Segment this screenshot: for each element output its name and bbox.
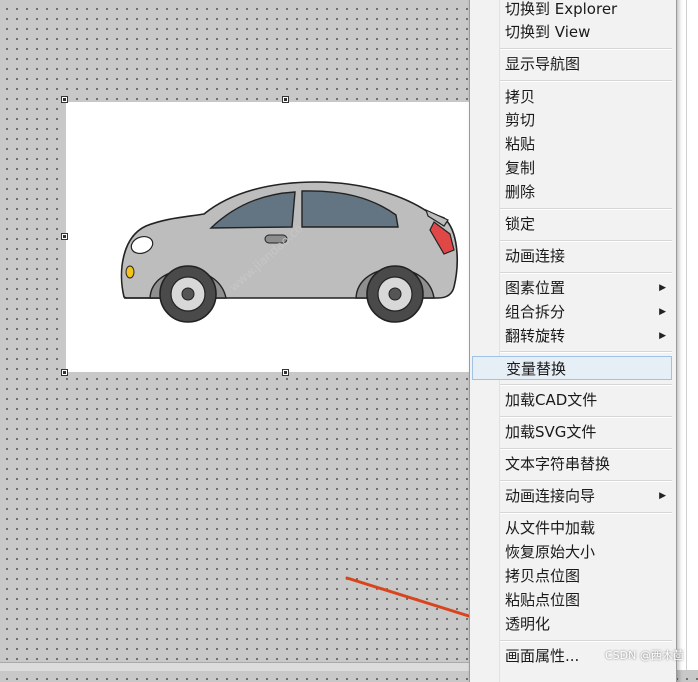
menu-item-label: 切换到 Explorer	[505, 0, 618, 18]
submenu-arrow-icon: ▶	[659, 331, 666, 341]
menu-item-paste[interactable]: 粘贴	[470, 132, 676, 156]
menu-item-label: 加载SVG文件	[505, 423, 597, 441]
menu-separator	[500, 208, 672, 210]
menu-item-label: 文本字符串替换	[505, 455, 611, 473]
menu-item-label: 剪切	[505, 111, 536, 129]
menu-item-label: 翻转旋转	[505, 327, 566, 345]
menu-item-text-replace[interactable]: 文本字符串替换	[470, 452, 676, 476]
menu-item-label: 删除	[505, 183, 536, 201]
menu-item-label: 拷贝	[505, 88, 536, 106]
menu-item-show-navigator[interactable]: 显示导航图	[470, 52, 676, 76]
menu-item-lock[interactable]: 锁定	[470, 212, 676, 236]
menu-item-label: 粘贴	[505, 135, 536, 153]
menu-item-label: 动画连接	[505, 247, 566, 265]
menu-separator	[500, 272, 672, 274]
menu-item-label: 加载CAD文件	[505, 391, 598, 409]
menu-separator	[500, 512, 672, 514]
menu-item-label: 画面属性...	[505, 647, 580, 665]
menu-item-load-from-file[interactable]: 从文件中加载	[470, 516, 676, 540]
menu-separator	[500, 240, 672, 242]
window-edge	[675, 0, 698, 670]
menu-item-label: 切换到 View	[505, 23, 591, 41]
menu-separator	[500, 384, 672, 386]
menu-item-duplicate[interactable]: 复制	[470, 156, 676, 180]
menu-separator	[500, 48, 672, 50]
menu-item-label: 粘贴点位图	[505, 591, 581, 609]
menu-separator	[500, 351, 672, 353]
menu-item-label: 变量替换	[506, 360, 567, 378]
menu-item-group-ungroup[interactable]: 组合拆分 ▶	[470, 300, 676, 324]
menu-item-label: 组合拆分	[505, 303, 566, 321]
submenu-arrow-icon: ▶	[659, 283, 666, 293]
menu-item-restore-size[interactable]: 恢复原始大小	[470, 540, 676, 564]
menu-item-load-svg[interactable]: 加载SVG文件	[470, 420, 676, 444]
menu-item-label: 透明化	[505, 615, 551, 633]
menu-item-label: 拷贝点位图	[505, 567, 581, 585]
menu-item-label: 显示导航图	[505, 55, 581, 73]
menu-item-animation-link[interactable]: 动画连接	[470, 244, 676, 268]
submenu-arrow-icon: ▶	[659, 307, 666, 317]
menu-item-paste-bitmap[interactable]: 粘贴点位图	[470, 588, 676, 612]
menu-item-label: 图素位置	[505, 279, 566, 297]
menu-item-copy[interactable]: 拷贝	[470, 85, 676, 109]
menu-item-copy-bitmap[interactable]: 拷贝点位图	[470, 564, 676, 588]
menu-separator	[500, 448, 672, 450]
menu-item-load-cad[interactable]: 加载CAD文件	[470, 388, 676, 412]
menu-item-label: 动画连接向导	[505, 487, 596, 505]
menu-item-variable-replace[interactable]: 变量替换	[472, 356, 672, 380]
menu-item-delete[interactable]: 删除	[470, 180, 676, 204]
menu-item-label: 恢复原始大小	[505, 543, 596, 561]
menu-separator	[500, 640, 672, 642]
menu-item-transparent[interactable]: 透明化	[470, 612, 676, 636]
menu-item-cut[interactable]: 剪切	[470, 108, 676, 132]
menu-item-label: 复制	[505, 159, 536, 177]
menu-item-label: 从文件中加载	[505, 519, 596, 537]
menu-item-element-position[interactable]: 图素位置 ▶	[470, 276, 676, 300]
submenu-arrow-icon: ▶	[659, 491, 666, 501]
menu-separator	[500, 416, 672, 418]
menu-separator	[500, 80, 672, 82]
menu-item-switch-explorer[interactable]: 切换到 Explorer	[470, 0, 676, 21]
footer-watermark: CSDN @西木茴	[605, 649, 684, 662]
menu-separator	[500, 480, 672, 482]
context-menu: 切换到 Explorer 切换到 View 显示导航图 拷贝 剪切 粘贴 复制 …	[469, 0, 677, 682]
menu-item-switch-view[interactable]: 切换到 View	[470, 20, 676, 44]
menu-item-animation-wizard[interactable]: 动画连接向导 ▶	[470, 484, 676, 508]
menu-item-flip-rotate[interactable]: 翻转旋转 ▶	[470, 324, 676, 348]
menu-item-label: 锁定	[505, 215, 536, 233]
